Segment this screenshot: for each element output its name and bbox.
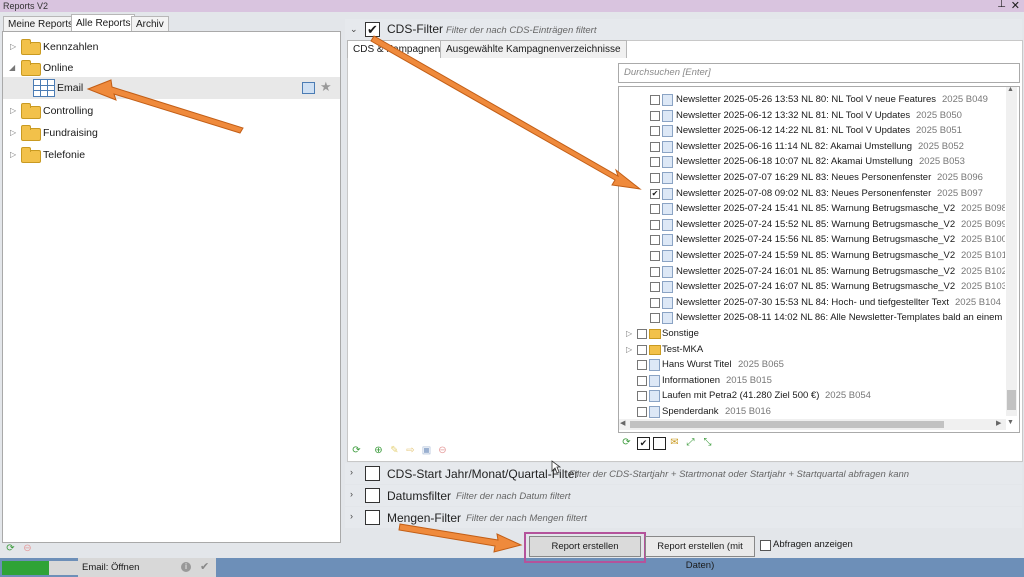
annotation-arrow-email bbox=[86, 79, 244, 134]
annotation-arrow-report bbox=[398, 523, 523, 553]
annotation-arrows bbox=[86, 35, 642, 553]
annotation-arrow-cds bbox=[370, 35, 642, 190]
